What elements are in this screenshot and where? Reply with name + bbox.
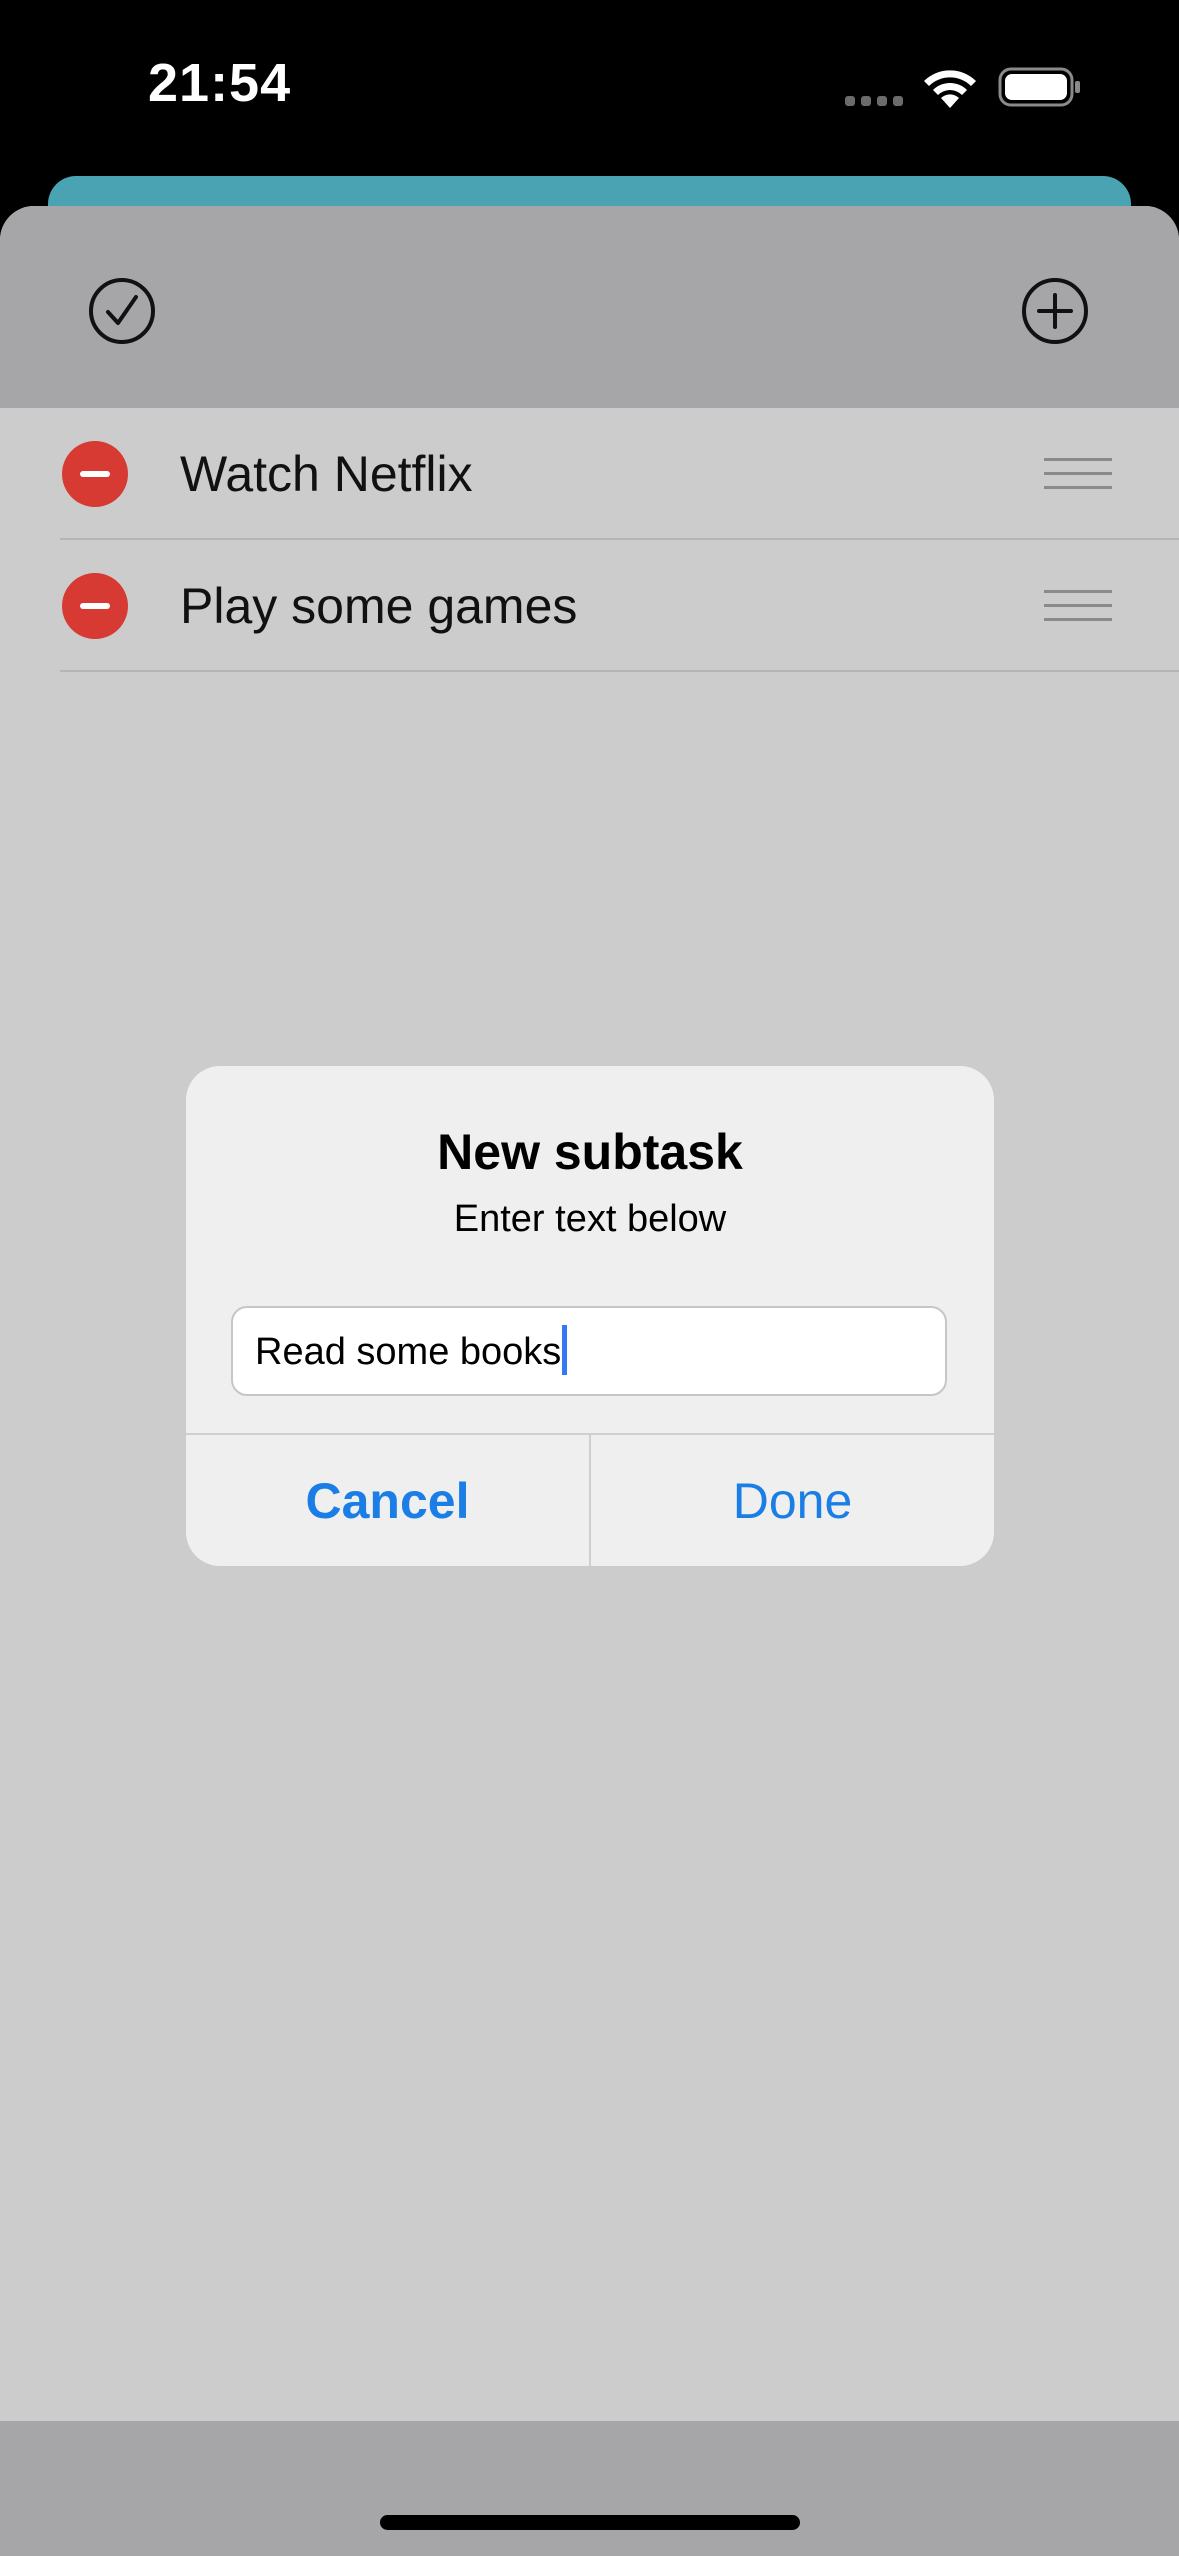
delete-minus-icon[interactable] [62,573,128,639]
status-bar: 21:54 [0,0,1179,190]
drag-handle-icon[interactable] [1044,456,1112,492]
alert-message: Enter text below [453,1198,727,1240]
drag-handle-icon[interactable] [1044,588,1112,624]
done-button[interactable]: Done [591,1435,994,1566]
home-indicator[interactable] [380,2515,800,2530]
plus-circle-icon[interactable] [1021,277,1089,345]
subtask-list: Watch Netflix Play some games [0,408,1179,672]
battery-icon [998,67,1080,107]
cellular-signal-icon [845,96,903,106]
alert-title: New subtask [437,1124,743,1180]
subtask-text-input[interactable]: Read some books [231,1306,947,1396]
toolbar [0,206,1179,408]
wifi-icon [924,70,976,108]
status-time: 21:54 [148,53,292,113]
new-subtask-alert: New subtask Enter text below Read some b… [186,1066,994,1566]
list-item: Watch Netflix [0,408,1179,540]
delete-minus-icon[interactable] [62,441,128,507]
bottom-toolbar [0,2421,1179,2556]
subtask-label: Watch Netflix [180,446,473,502]
text-caret [562,1324,568,1375]
subtask-label: Play some games [180,578,578,634]
list-item: Play some games [0,540,1179,672]
input-value: Read some books [255,1331,562,1373]
row-divider [60,670,1179,672]
checkmark-circle-icon[interactable] [88,277,156,345]
input-value-wrapper: Read some books [255,1324,568,1379]
cancel-button[interactable]: Cancel [186,1435,589,1566]
